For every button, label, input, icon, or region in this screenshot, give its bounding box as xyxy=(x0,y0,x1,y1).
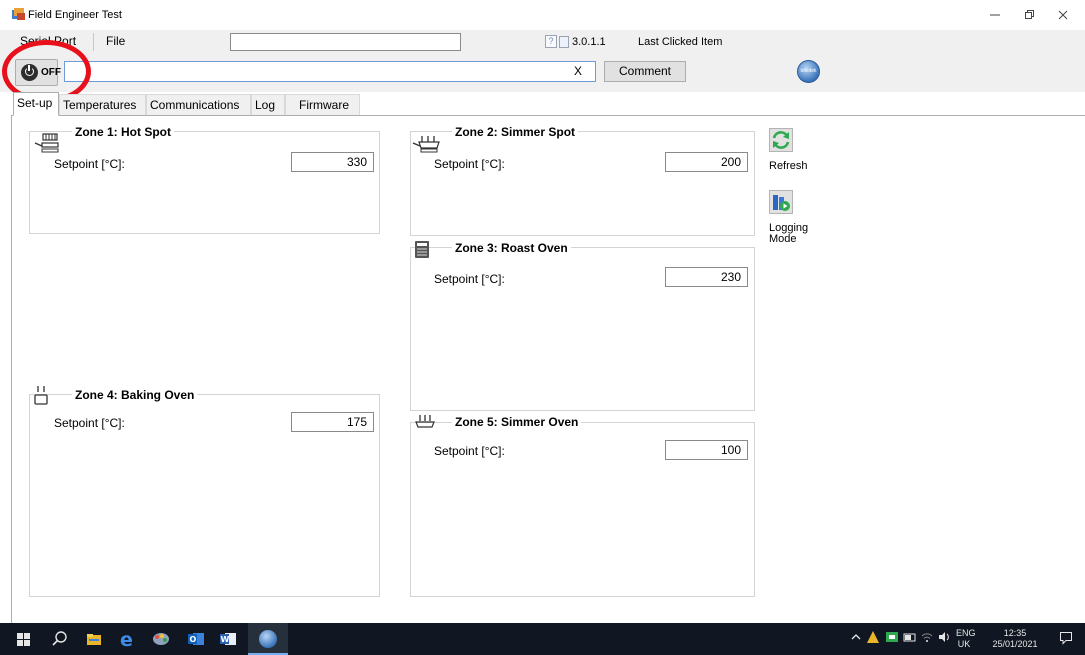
paint-app-icon[interactable] xyxy=(151,630,169,648)
zone4-title: Zone 4: Baking Oven xyxy=(72,388,198,402)
zone1-setpoint-label: Setpoint [°C]: xyxy=(54,157,125,171)
windows-start-icon[interactable] xyxy=(16,630,34,648)
tab-setup[interactable]: Set-up xyxy=(13,92,59,116)
tray-overflow-icon[interactable] xyxy=(850,631,862,645)
refresh-icon xyxy=(772,131,790,149)
svg-text:O: O xyxy=(190,635,197,644)
tray-app-icon-1[interactable] xyxy=(866,630,880,644)
zone4-setpoint-input[interactable]: 175 xyxy=(291,412,374,432)
refresh-label: Refresh xyxy=(769,160,808,172)
zone5-setpoint-input[interactable]: 100 xyxy=(665,440,748,460)
document-icon xyxy=(559,36,569,48)
notifications-icon[interactable] xyxy=(1059,631,1073,645)
refresh-button[interactable] xyxy=(769,128,793,152)
window-title: Field Engineer Test xyxy=(28,9,122,21)
tab-log[interactable]: Log xyxy=(251,94,285,115)
menu-separator xyxy=(93,33,94,51)
menu-file[interactable]: File xyxy=(106,34,125,48)
zone4-setpoint-label: Setpoint [°C]: xyxy=(54,416,125,430)
clear-command-button[interactable]: X xyxy=(574,64,582,78)
tab-temperatures[interactable]: Temperatures xyxy=(59,94,146,115)
app-icon xyxy=(12,8,26,20)
comment-button[interactable]: Comment xyxy=(604,61,686,82)
region-code: UK xyxy=(957,639,971,649)
zone3-setpoint-input[interactable]: 230 xyxy=(665,267,748,287)
roast-oven-icon xyxy=(414,240,430,260)
menu-bar xyxy=(0,30,1085,56)
baking-oven-icon xyxy=(33,385,49,407)
wifi-icon[interactable] xyxy=(920,630,934,644)
edge-browser-icon[interactable]: e xyxy=(119,629,137,651)
tab-firmware[interactable]: Firmware xyxy=(285,94,360,115)
close-button[interactable] xyxy=(1048,4,1078,28)
zone1-group xyxy=(29,131,380,234)
zone2-title: Zone 2: Simmer Spot xyxy=(452,125,579,139)
clock[interactable]: 12:35 25/01/2021 xyxy=(987,628,1043,650)
name-input[interactable] xyxy=(230,33,461,51)
zone3-setpoint-label: Setpoint [°C]: xyxy=(434,272,505,286)
file-explorer-icon[interactable] xyxy=(85,630,103,648)
outlook-icon[interactable]: O xyxy=(187,630,205,648)
zone5-setpoint-label: Setpoint [°C]: xyxy=(434,444,505,458)
simmer-oven-icon xyxy=(414,414,436,430)
simmer-plate-icon xyxy=(412,134,444,154)
tray-app-icon-2[interactable] xyxy=(885,630,899,644)
command-input[interactable] xyxy=(64,61,596,82)
battery-icon[interactable] xyxy=(903,630,917,644)
language-indicator[interactable]: ENG UK xyxy=(956,628,976,650)
taskbar-active-app[interactable] xyxy=(248,623,288,655)
logging-mode-button[interactable] xyxy=(769,190,793,214)
restore-button[interactable] xyxy=(1014,4,1044,28)
last-clicked-label: Last Clicked Item xyxy=(638,36,723,48)
search-icon[interactable] xyxy=(51,630,69,648)
logging-mode-label-line2: Mode xyxy=(769,233,797,245)
version-label: 3.0.1.1 xyxy=(572,36,606,48)
clock-time: 12:35 xyxy=(1003,628,1027,638)
zone2-setpoint-input[interactable]: 200 xyxy=(665,152,748,172)
help-icon[interactable]: ? xyxy=(545,35,557,48)
clock-date: 25/01/2021 xyxy=(992,639,1038,649)
tokotek-logo: tokotek xyxy=(797,60,820,83)
zone5-title: Zone 5: Simmer Oven xyxy=(452,415,582,429)
minimize-button[interactable] xyxy=(980,4,1010,28)
language-code: ENG xyxy=(956,628,976,638)
tab-communications[interactable]: Communications xyxy=(146,94,251,115)
zone2-group xyxy=(410,131,755,236)
zone1-title: Zone 1: Hot Spot xyxy=(72,125,174,139)
zone3-title: Zone 3: Roast Oven xyxy=(452,241,571,255)
title-bar xyxy=(0,0,1085,30)
word-icon[interactable]: W xyxy=(219,630,237,648)
svg-text:e: e xyxy=(120,630,133,648)
griddle-icon xyxy=(34,132,64,154)
volume-icon[interactable] xyxy=(937,630,951,644)
tokotek-app-icon xyxy=(259,630,277,648)
zone2-setpoint-label: Setpoint [°C]: xyxy=(434,157,505,171)
logging-mode-icon xyxy=(773,195,790,211)
svg-text:W: W xyxy=(221,635,230,644)
zone1-setpoint-input[interactable]: 330 xyxy=(291,152,374,172)
